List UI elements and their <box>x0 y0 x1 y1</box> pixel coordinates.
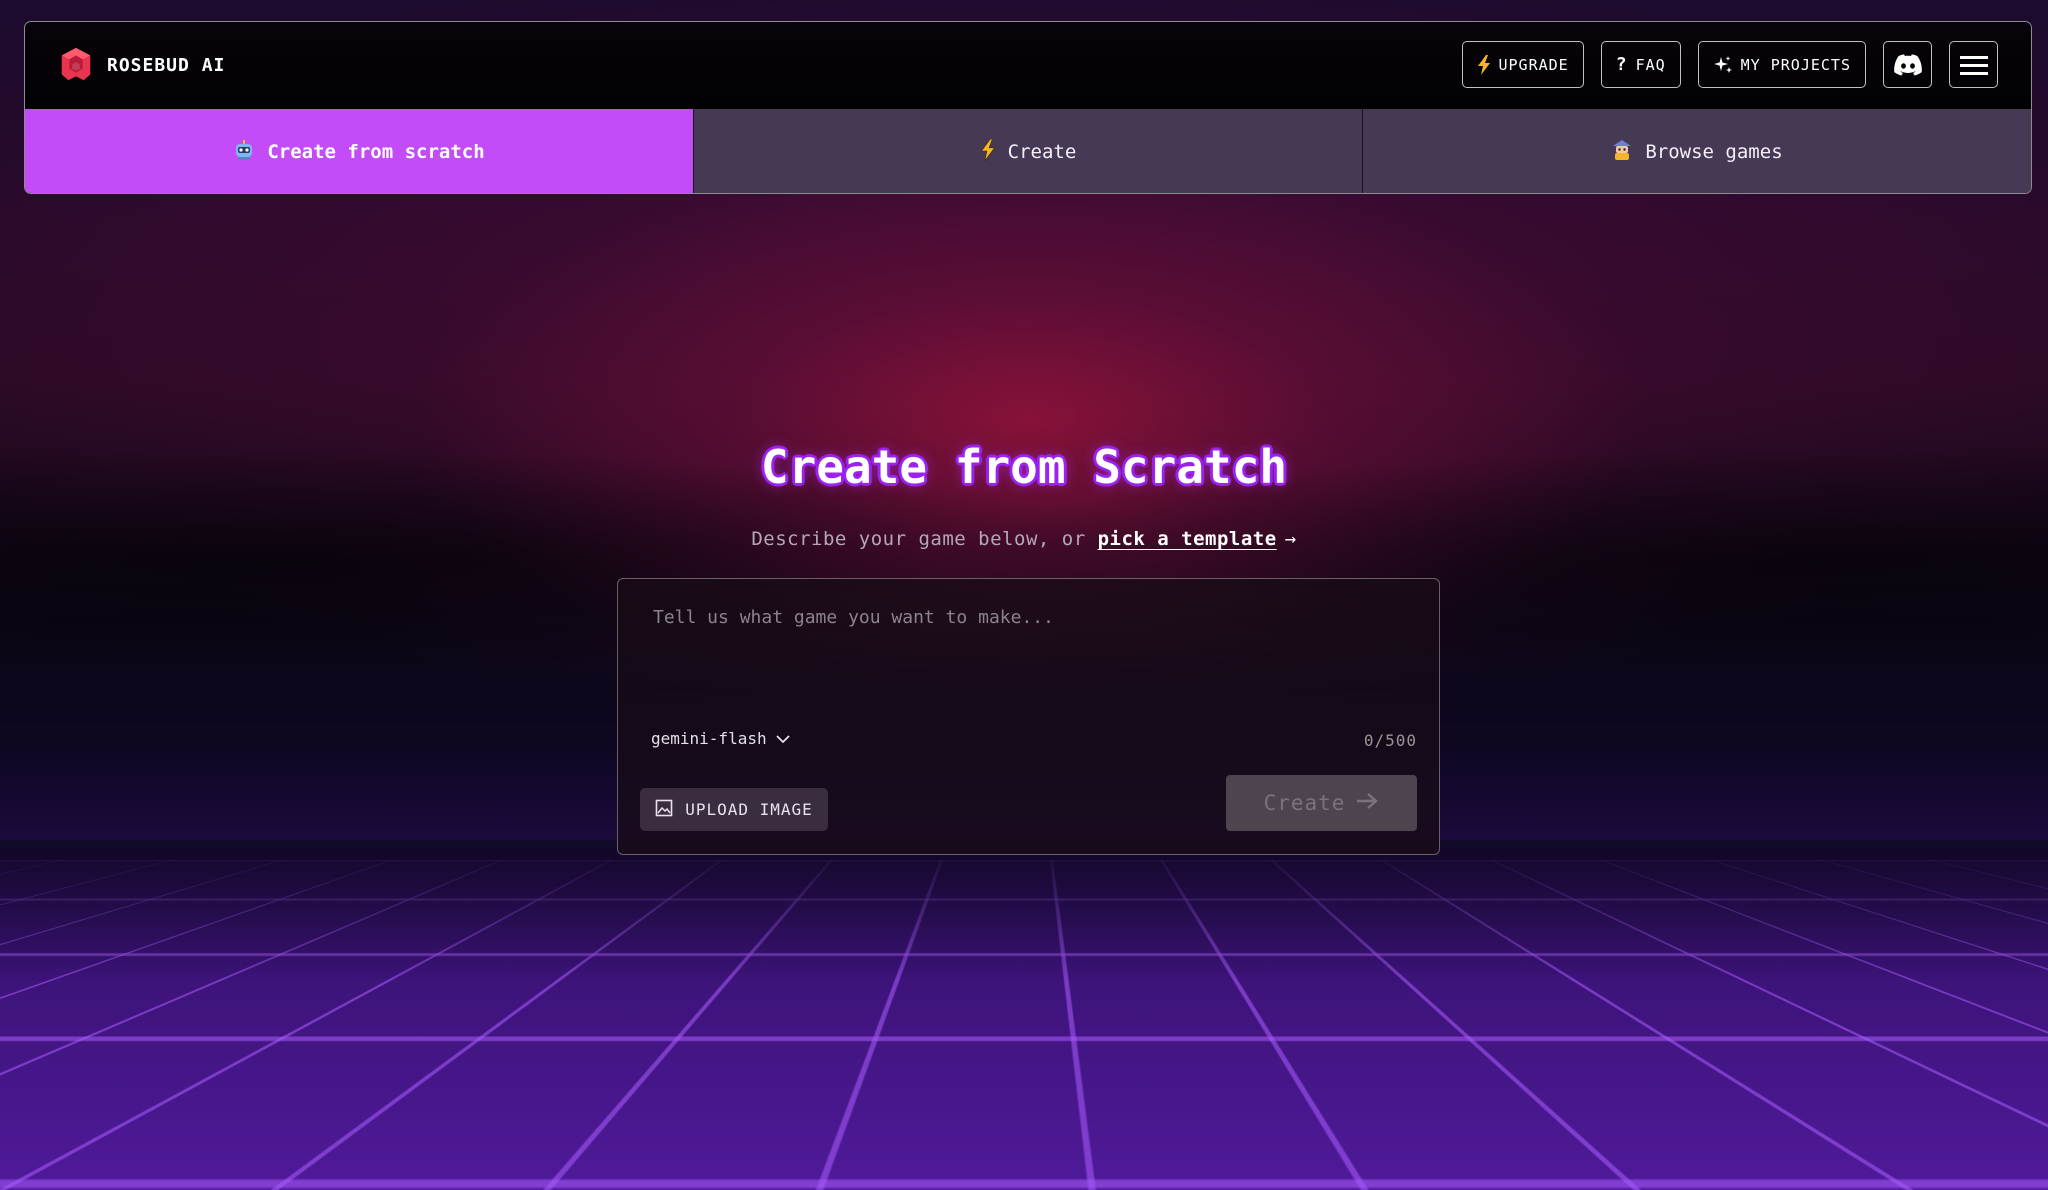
question-icon: ? <box>1615 54 1628 75</box>
app-header: ROSEBUD AI UPGRADE ? FAQ MY PROJECTS Cre… <box>24 21 2032 194</box>
sparkle-icon <box>1713 55 1733 75</box>
hamburger-menu-icon <box>1959 54 1988 76</box>
model-select-value: gemini-flash <box>651 729 767 748</box>
image-icon <box>655 799 673 821</box>
discord-icon <box>1893 53 1922 76</box>
upload-image-button[interactable]: UPLOAD IMAGE <box>640 788 828 831</box>
tab-label: Create <box>1007 141 1077 163</box>
tab-create-from-scratch[interactable]: Create from scratch <box>25 109 693 193</box>
page-subtitle: Describe your game below, or pick a temp… <box>0 528 2048 550</box>
lightning-icon <box>1477 54 1491 75</box>
upload-image-label: UPLOAD IMAGE <box>685 800 813 819</box>
subtitle-text: Describe your game below, or <box>751 528 1086 550</box>
brand-name: ROSEBUD AI <box>107 54 226 76</box>
my-projects-button[interactable]: MY PROJECTS <box>1697 41 1866 88</box>
brand[interactable]: ROSEBUD AI <box>57 46 225 84</box>
game-prompt-input[interactable] <box>651 605 1415 679</box>
tab-browse-games[interactable]: Browse games <box>1362 109 2031 193</box>
rosebud-logo-icon <box>61 47 91 81</box>
arrow-right-icon <box>1355 791 1379 815</box>
robot-icon <box>233 139 255 166</box>
chevron-down-icon <box>775 729 791 748</box>
mode-tabs: Create from scratch Create Browse games <box>25 109 2031 193</box>
arrow-right-icon: → <box>1284 528 1297 550</box>
model-select[interactable]: gemini-flash <box>651 729 791 748</box>
lightning-icon <box>980 138 996 166</box>
grid-fade <box>0 840 2048 980</box>
character-counter: 0/500 <box>1363 731 1417 750</box>
game-character-icon <box>1611 139 1633 166</box>
tab-label: Browse games <box>1645 141 1783 163</box>
upgrade-label: UPGRADE <box>1498 55 1569 74</box>
faq-label: FAQ <box>1635 55 1666 74</box>
faq-button[interactable]: ? FAQ <box>1600 41 1681 88</box>
tab-label: Create from scratch <box>267 141 485 163</box>
my-projects-label: MY PROJECTS <box>1740 55 1851 74</box>
tab-create[interactable]: Create <box>693 109 1362 193</box>
page-title: Create from Scratch <box>760 440 1288 494</box>
discord-button[interactable] <box>1883 41 1932 88</box>
create-button[interactable]: Create <box>1226 775 1417 831</box>
upgrade-button[interactable]: UPGRADE <box>1461 41 1584 88</box>
create-label: Create <box>1263 791 1346 815</box>
app-background: ROSEBUD AI UPGRADE ? FAQ MY PROJECTS Cre… <box>0 0 2048 1190</box>
prompt-card: gemini-flash 0/500 UPLOAD IMAGE Create <box>617 578 1440 855</box>
menu-button[interactable] <box>1949 41 1998 88</box>
pick-template-link[interactable]: pick a template <box>1098 528 1277 550</box>
nav-actions: UPGRADE ? FAQ MY PROJECTS <box>1461 41 1998 88</box>
top-navbar: ROSEBUD AI UPGRADE ? FAQ MY PROJECTS <box>25 22 2031 109</box>
